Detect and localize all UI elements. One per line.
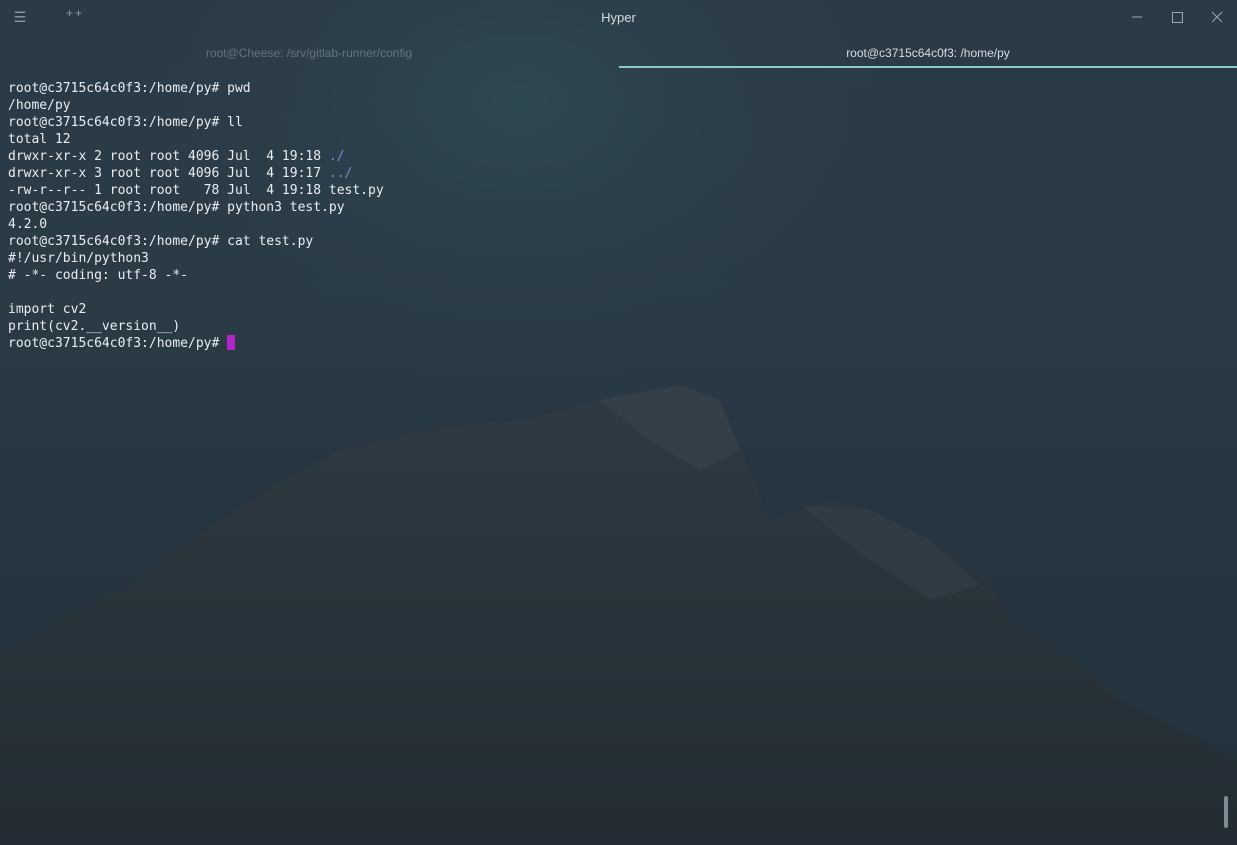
terminal-line: print(cv2.__version__) bbox=[8, 318, 1208, 335]
terminal-text: root@c3715c64c0f3:/home/py# cat test.py bbox=[8, 234, 314, 249]
terminal-text: root@c3715c64c0f3:/home/py# python3 test… bbox=[8, 200, 345, 215]
terminal-line: #!/usr/bin/python3 bbox=[8, 250, 1208, 267]
terminal-text: root@c3715c64c0f3:/home/py# pwd bbox=[8, 81, 251, 96]
terminal-text: print(cv2.__version__) bbox=[8, 319, 181, 334]
terminal-text: # -*- coding: utf-8 -*- bbox=[8, 268, 189, 283]
active-tab-indicator bbox=[619, 66, 1237, 68]
maximize-icon[interactable] bbox=[1166, 7, 1188, 27]
terminal-text: root@c3715c64c0f3:/home/py# bbox=[8, 336, 228, 351]
terminal-line: /home/py bbox=[8, 97, 1208, 114]
terminal-line: -rw-r--r-- 1 root root 78 Jul 4 19:18 te… bbox=[8, 182, 1208, 199]
terminal-text: /home/py bbox=[8, 98, 71, 113]
tab-gitlab-runner-config[interactable]: root@Cheese: /srv/gitlab-runner/config bbox=[0, 36, 618, 70]
tab-bar: root@Cheese: /srv/gitlab-runner/config r… bbox=[0, 36, 1237, 70]
terminal-line: root@c3715c64c0f3:/home/py# bbox=[8, 335, 1208, 352]
directory-entry: ../ bbox=[328, 166, 353, 181]
terminal-text: -rw-r--r-- 1 root root 78 Jul 4 19:18 te… bbox=[8, 183, 384, 198]
terminal-line: # -*- coding: utf-8 -*- bbox=[8, 267, 1208, 284]
directory-entry: ./ bbox=[328, 149, 345, 164]
tab-label: root@c3715c64c0f3: /home/py bbox=[846, 46, 1010, 60]
terminal-text: 4.2.0 bbox=[8, 217, 48, 232]
terminal-line: drwxr-xr-x 2 root root 4096 Jul 4 19:18 … bbox=[8, 148, 1208, 165]
terminal-cursor bbox=[227, 335, 236, 350]
title-bar: ☰ ++ Hyper bbox=[0, 0, 1237, 36]
scrollbar-thumb[interactable] bbox=[1224, 796, 1228, 828]
terminal-line: import cv2 bbox=[8, 301, 1208, 318]
terminal-output[interactable]: root@c3715c64c0f3:/home/py# pwd/home/py r… bbox=[8, 80, 1208, 352]
terminal-line: root@c3715c64c0f3:/home/py# ll bbox=[8, 114, 1208, 131]
hyper-window: ☰ ++ Hyper root@Cheese: /srv/gitlab-runn… bbox=[0, 0, 1237, 845]
terminal-line: root@c3715c64c0f3:/home/py# python3 test… bbox=[8, 199, 1208, 216]
terminal-text: root@c3715c64c0f3:/home/py# ll bbox=[8, 115, 243, 130]
tab-home-py[interactable]: root@c3715c64c0f3: /home/py bbox=[619, 36, 1237, 70]
tab-label: root@Cheese: /srv/gitlab-runner/config bbox=[205, 46, 413, 60]
terminal-line: drwxr-xr-x 3 root root 4096 Jul 4 19:17 … bbox=[8, 165, 1208, 182]
terminal-text: drwxr-xr-x 2 root root 4096 Jul 4 19:18 bbox=[8, 149, 329, 164]
close-icon[interactable] bbox=[1206, 7, 1228, 27]
terminal-text: total 12 bbox=[8, 132, 71, 147]
terminal-line: root@c3715c64c0f3:/home/py# cat test.py bbox=[8, 233, 1208, 250]
terminal-line: total 12 bbox=[8, 131, 1208, 148]
window-title: Hyper bbox=[601, 10, 636, 25]
terminal-line: root@c3715c64c0f3:/home/py# pwd bbox=[8, 80, 1208, 97]
terminal-text: #!/usr/bin/python3 bbox=[8, 251, 149, 266]
terminal-text: import cv2 bbox=[8, 302, 87, 317]
terminal-line: 4.2.0 bbox=[8, 216, 1208, 233]
minimize-icon[interactable] bbox=[1126, 7, 1148, 27]
terminal-text: drwxr-xr-x 3 root root 4096 Jul 4 19:17 bbox=[8, 166, 329, 181]
